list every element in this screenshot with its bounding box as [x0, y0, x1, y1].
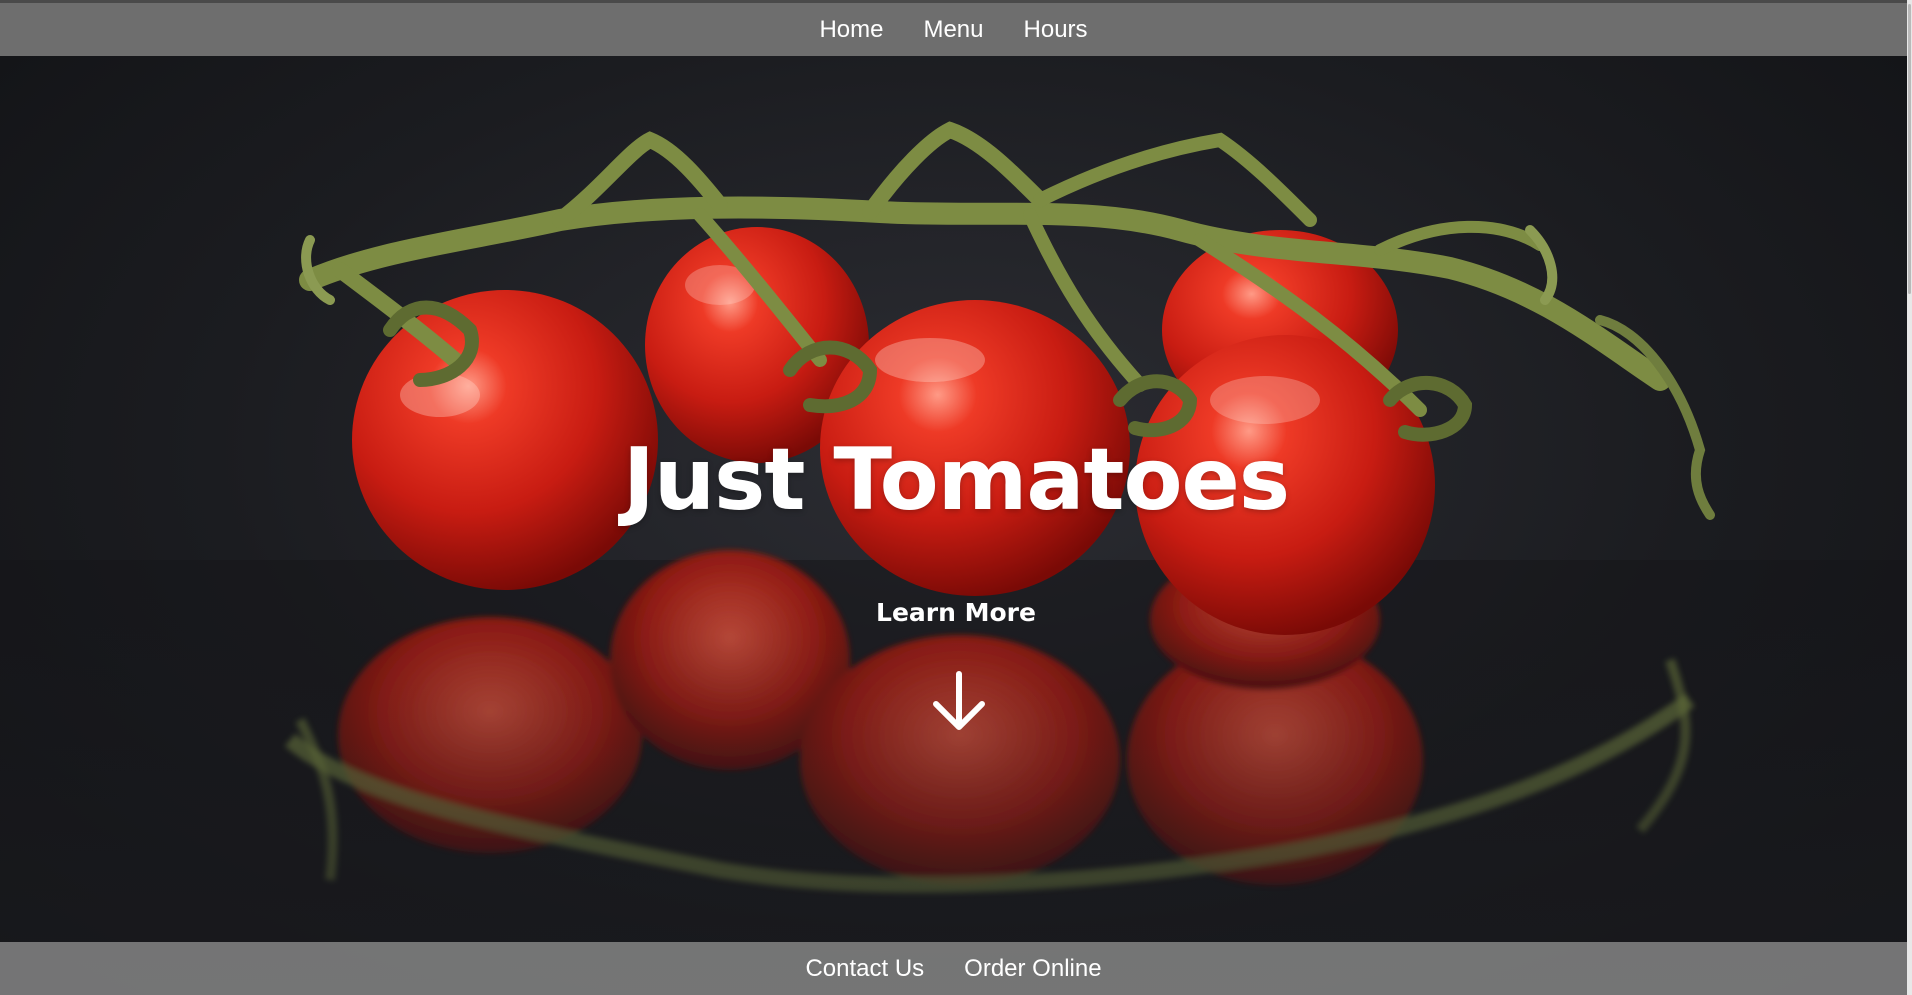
hero-title: Just Tomatoes	[622, 430, 1290, 530]
nav-link-menu[interactable]: Menu	[919, 16, 987, 44]
nav-link-hours[interactable]: Hours	[1020, 16, 1092, 44]
nav-link-home[interactable]: Home	[815, 16, 887, 44]
scrollbar-thumb[interactable]	[1908, 4, 1911, 294]
learn-more-link[interactable]: Learn More	[876, 598, 1036, 627]
nav-link-contact-us[interactable]: Contact Us	[801, 955, 928, 983]
learn-more: Learn More	[0, 598, 1912, 627]
bottom-nav: Contact Us Order Online	[0, 942, 1907, 995]
arrow-down-icon[interactable]	[926, 668, 992, 734]
top-nav: Home Menu Hours	[0, 0, 1907, 56]
nav-link-order-online[interactable]: Order Online	[960, 955, 1105, 983]
scrollbar[interactable]	[1907, 0, 1912, 995]
page: Home Menu Hours Just Tomatoes Learn More…	[0, 0, 1912, 995]
